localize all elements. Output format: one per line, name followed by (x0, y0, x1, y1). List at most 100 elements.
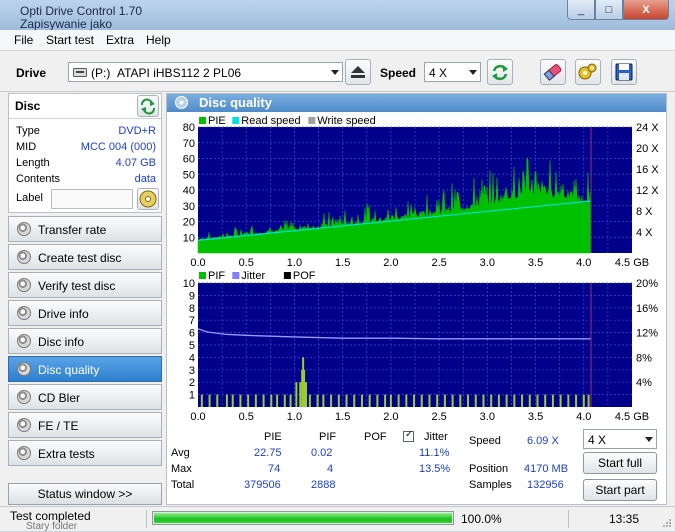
start-full-button[interactable]: Start full (583, 452, 657, 474)
disc-icon (17, 222, 31, 236)
pif-bar (459, 394, 462, 407)
pif-bar (443, 394, 446, 407)
refresh-speed-button[interactable] (487, 59, 513, 85)
eject-button[interactable] (345, 59, 371, 85)
legend-label: PIE (208, 115, 226, 127)
stats-header-pif: PIF (319, 431, 337, 443)
x-tick-label: 0.5 (239, 411, 254, 423)
pif-bar (303, 369, 306, 407)
pif-bar (353, 394, 356, 407)
jitter-checkbox[interactable] (403, 429, 414, 442)
disc-icon (17, 334, 31, 348)
disc-contents-key: Contents (16, 173, 61, 185)
stats-max-pif: 4 (327, 463, 334, 475)
status-time: 13:35 (609, 512, 640, 526)
pif-bar (231, 394, 234, 407)
maximize-button[interactable]: □ (595, 0, 623, 20)
disc-icon (17, 278, 31, 292)
pif-bar (582, 394, 585, 407)
legend-swatch (199, 272, 206, 279)
info-speed-label: Speed (469, 435, 501, 447)
test-speed-select[interactable]: 4 X (583, 429, 657, 449)
minimize-button[interactable]: _ (567, 0, 595, 20)
x-tick-label: 0.0 (190, 257, 205, 269)
pif-bar (544, 394, 547, 407)
x-tick-label: 3.5 (528, 411, 543, 423)
save-button[interactable] (611, 59, 637, 85)
pif-bar (330, 394, 333, 407)
settings-button[interactable] (575, 59, 601, 85)
menu-help[interactable]: Help (146, 33, 171, 47)
pif-bar (376, 394, 379, 407)
pif-bar (239, 394, 242, 407)
legend-swatch (308, 117, 316, 124)
nav-cd-bler[interactable]: CD Bler (8, 384, 162, 410)
nav-verify-test-disc[interactable]: Verify test disc (8, 272, 162, 298)
start-part-button[interactable]: Start part (583, 479, 657, 501)
disc-label-button[interactable] (137, 188, 159, 210)
y-right-tick-label: 20 X (636, 143, 659, 155)
stats-max-pie: 74 (268, 463, 281, 475)
nav-disc-info[interactable]: Disc info (8, 328, 162, 354)
nav-drive-info[interactable]: Drive info (8, 300, 162, 326)
menu-bar: File Start test Extra Help (0, 30, 675, 51)
resize-grip-icon[interactable] (662, 518, 672, 528)
pif-bar (474, 394, 477, 407)
pif-bar (513, 394, 516, 407)
pif-bar (247, 394, 250, 407)
info-samples-value: 132956 (527, 479, 564, 491)
panel-title: Disc quality (199, 95, 272, 110)
speed-label: Speed (380, 66, 417, 80)
disc-quality-icon (175, 96, 188, 109)
behind-window-text: Stary folder (26, 521, 78, 532)
nav-fe-te[interactable]: FE / TE (8, 412, 162, 438)
window-title-behind: Zapisywanie jako (20, 17, 113, 31)
info-samples-label: Samples (469, 479, 512, 491)
x-tick-label: 4.5 GB (615, 257, 649, 269)
y-left-tick-label: 30 (183, 201, 195, 213)
pif-bar (360, 394, 363, 407)
pif-bar (254, 394, 257, 407)
gears-icon (578, 63, 597, 80)
refresh-disc-button[interactable] (137, 95, 159, 117)
close-button[interactable]: X (623, 0, 669, 20)
drive-select[interactable]: (P:) ATAPI iHBS112 2 PL06 (68, 62, 343, 82)
pif-bar (551, 394, 554, 407)
x-tick-label: 1.0 (287, 411, 302, 423)
speed-select[interactable]: 4 X (424, 62, 481, 82)
pif-bar (567, 394, 570, 407)
menu-file[interactable]: File (14, 33, 33, 47)
pif-chart: PIF Jitter POF 12345678910 4% 8% 12% 16% 20% 0.0 0… (183, 270, 658, 423)
pif-bar (322, 394, 325, 407)
pif-bar (420, 394, 423, 407)
x-tick-label: 0.5 (239, 257, 254, 269)
pif-bar (276, 394, 279, 407)
window-controls: _ □ X (567, 0, 669, 20)
erase-button[interactable] (540, 59, 566, 85)
y-right-tick-label: 16% (636, 303, 658, 315)
pif-bar (505, 394, 508, 407)
status-window-button[interactable]: Status window >> (8, 483, 162, 505)
disc-mid-value: MCC 004 (000) (80, 141, 156, 153)
nav-transfer-rate[interactable]: Transfer rate (8, 216, 162, 242)
pif-bar (208, 394, 211, 407)
disc-label-input[interactable] (51, 189, 133, 209)
stats-avg-jitter: 11.1% (419, 447, 450, 459)
refresh-icon (141, 98, 155, 115)
app-window: Opti Drive Control 1.70 Zapisywanie jako… (0, 0, 675, 532)
pif-bar (289, 394, 292, 407)
nav-extra-tests[interactable]: Extra tests (8, 440, 162, 466)
nav-create-test-disc[interactable]: Create test disc (8, 244, 162, 270)
pif-bar (490, 394, 493, 407)
x-tick-label: 1.5 (335, 257, 350, 269)
info-position-label: Position (469, 463, 509, 475)
stats-header-pie: PIE (264, 431, 282, 443)
menu-extra[interactable]: Extra (106, 33, 134, 47)
legend-swatch (199, 117, 206, 124)
disc-type-key: Type (16, 125, 40, 137)
nav-disc-quality[interactable]: Disc quality (8, 356, 162, 382)
stats-avg-pif: 0.02 (311, 447, 333, 459)
x-tick-label: 2.5 (431, 411, 446, 423)
status-separator (568, 510, 569, 528)
menu-start-test[interactable]: Start test (46, 33, 94, 47)
